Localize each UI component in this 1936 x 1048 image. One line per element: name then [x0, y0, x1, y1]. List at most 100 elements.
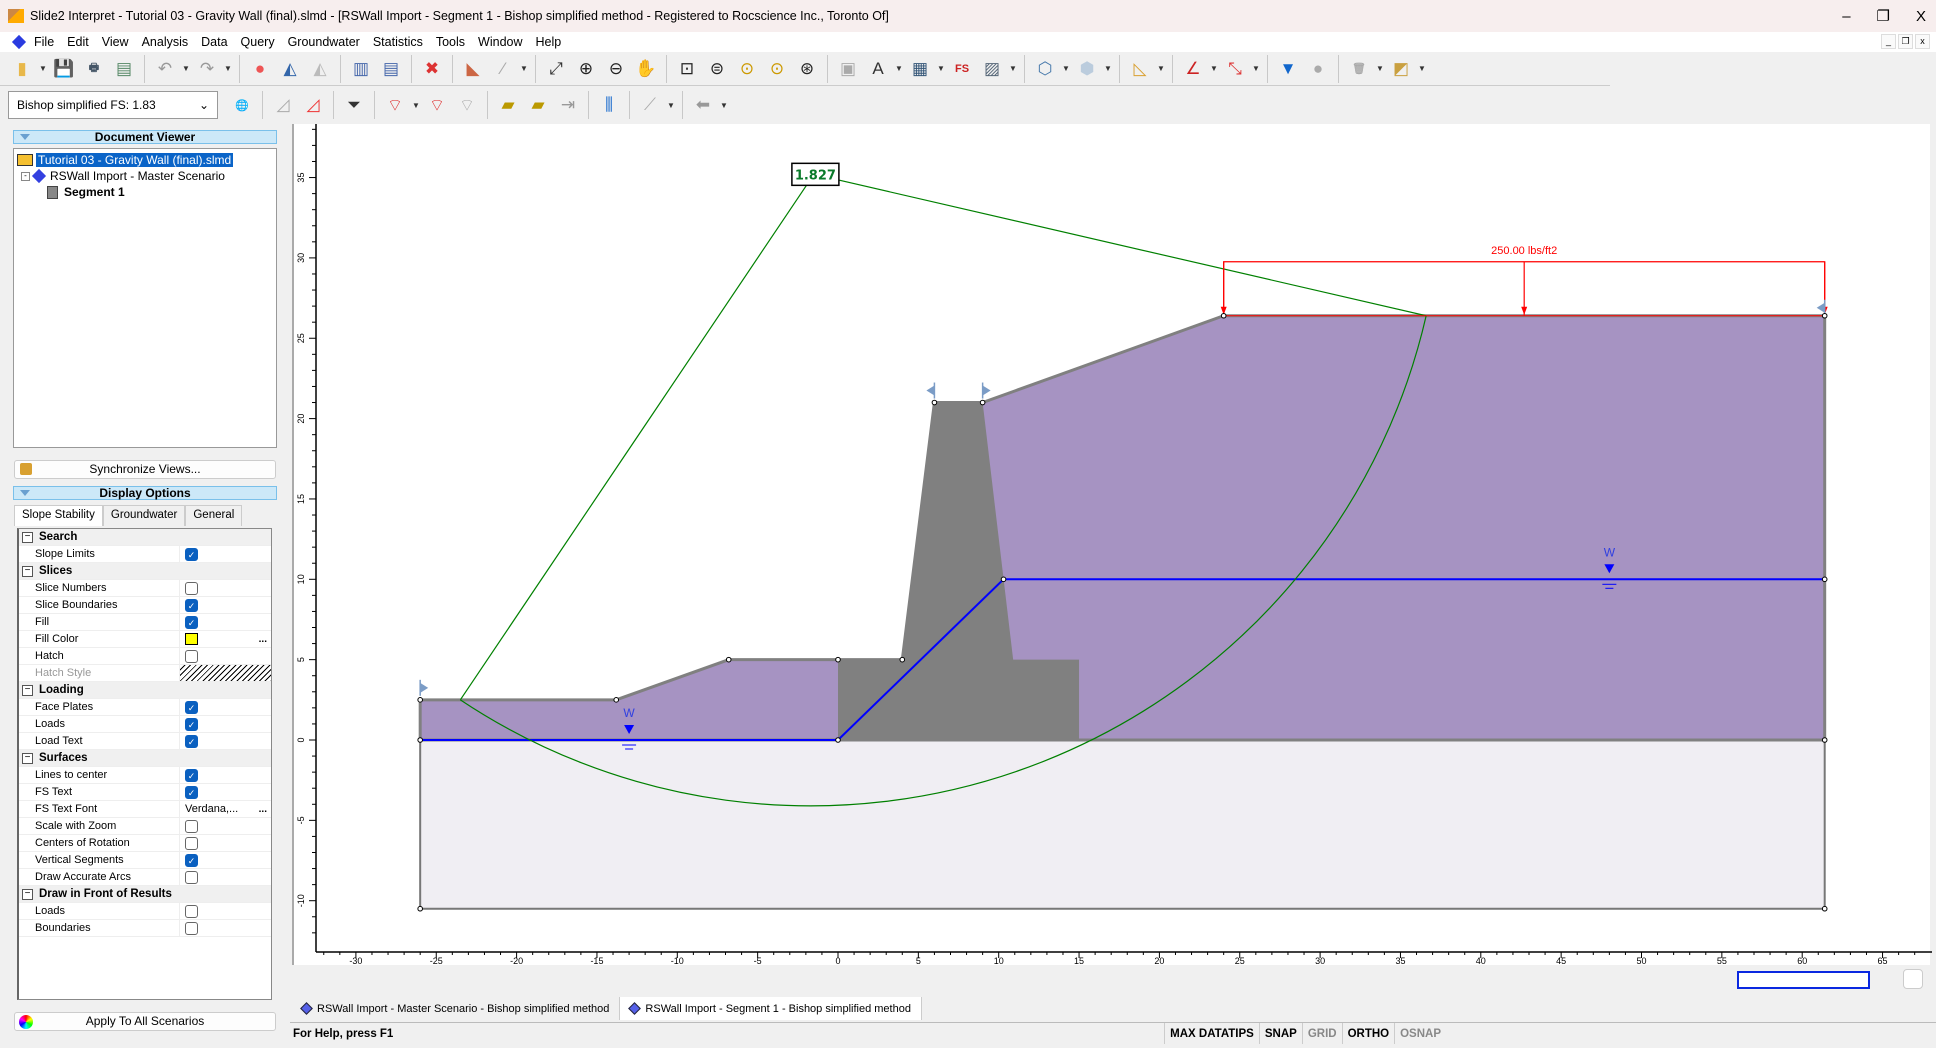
group-search[interactable]: − Search — [19, 529, 271, 546]
slope-limit-marker[interactable] — [419, 679, 429, 696]
layers-button[interactable]: ◩ — [1387, 55, 1415, 83]
boundary-vertex[interactable] — [1821, 737, 1828, 743]
mdi-close-button[interactable]: x — [1915, 34, 1930, 49]
dropdown-arrow-icon[interactable]: ▼ — [519, 64, 529, 73]
slice-forces-button[interactable]: ▰ — [524, 91, 552, 119]
boundary-vertex[interactable] — [725, 656, 732, 663]
status-grid[interactable]: GRID — [1301, 1023, 1342, 1044]
checkbox[interactable] — [185, 904, 198, 918]
zoom-in-button[interactable]: ⊕ — [572, 55, 600, 83]
group-draw-in-front-of-results[interactable]: − Draw in Front of Results — [19, 886, 271, 903]
tree-item-file[interactable]: Tutorial 03 - Gravity Wall (final).slmd — [17, 152, 273, 168]
zoom-previous-button[interactable]: ⊙ — [733, 55, 761, 83]
print-button[interactable]: 🖶 — [80, 55, 108, 83]
slice-arrows-button[interactable]: ⇥ — [554, 91, 582, 119]
dropdown-arrow-icon[interactable]: ▼ — [719, 101, 729, 110]
fs-button[interactable]: FS — [948, 55, 976, 83]
collapse-box-icon[interactable]: − — [22, 565, 33, 577]
slice-data-button[interactable]: ▰ — [494, 91, 522, 119]
tile-horizontal-button[interactable]: ▤ — [377, 55, 405, 83]
soil-region[interactable] — [418, 314, 1827, 742]
image-button[interactable]: ▨ — [978, 55, 1006, 83]
dropdown-arrow-icon[interactable]: ▼ — [223, 64, 233, 73]
angle-button[interactable]: ∠ — [1179, 55, 1207, 83]
dropdown-arrow-icon[interactable]: ▼ — [936, 64, 946, 73]
menu-tools[interactable]: Tools — [436, 35, 465, 49]
boundary-vertex[interactable] — [417, 905, 423, 912]
boundary-vertex[interactable] — [1220, 312, 1227, 319]
restore-button[interactable]: ❐ — [1877, 7, 1890, 25]
dropdown-arrow-icon[interactable]: ▼ — [1209, 64, 1219, 73]
graph-button[interactable]: ⫼ — [595, 91, 623, 119]
flow-arrow-button[interactable]: ⬅ — [689, 91, 717, 119]
boundary-vertex[interactable] — [899, 656, 906, 663]
checkbox[interactable]: ✓ — [185, 547, 198, 561]
slope-limit-marker[interactable] — [981, 382, 991, 399]
tree-item-scenario[interactable]: - RSWall Import - Master Scenario — [17, 168, 273, 184]
menu-edit[interactable]: Edit — [67, 35, 89, 49]
copy-values-button[interactable]: ▣ — [834, 55, 862, 83]
menu-file[interactable]: File — [34, 35, 54, 49]
collapse-box-icon[interactable]: − — [22, 752, 33, 764]
minimize-button[interactable]: – — [1842, 8, 1850, 25]
add-surface-button[interactable]: ⌔ — [381, 91, 409, 119]
contour-disabled-button[interactable]: ◭ — [306, 55, 334, 83]
tab-general[interactable]: General — [185, 505, 243, 526]
status-ortho[interactable]: ORTHO — [1341, 1023, 1395, 1044]
model-view[interactable]: -30 -25 -20 -15 -10 -5 0 5 10 15 20 25 30 35 40 45 50 55 6… — [292, 124, 1932, 966]
sphere-button[interactable]: ● — [1304, 55, 1332, 83]
filter-surfaces-button[interactable]: ◿ — [299, 91, 327, 119]
boundary-vertex[interactable] — [1821, 312, 1828, 319]
zoom-out-button[interactable]: ⊖ — [602, 55, 630, 83]
contour-button[interactable]: ◭ — [276, 55, 304, 83]
boundary-vertex[interactable] — [1821, 576, 1828, 583]
fs-select[interactable]: Bishop simplified FS: 1.83 ⌄ — [8, 91, 218, 119]
checkbox[interactable]: ✓ — [185, 734, 198, 748]
hexagon-button[interactable]: ⬢ — [1073, 55, 1101, 83]
zoom-extents-button[interactable]: ⤢ — [542, 55, 570, 83]
ruler-triangle-button[interactable]: ◺ — [1126, 55, 1154, 83]
boundary-vertex[interactable] — [1000, 576, 1007, 583]
boundary-vertex[interactable] — [1821, 905, 1828, 912]
checkbox[interactable]: ✓ — [185, 700, 198, 714]
redo-button[interactable]: ↷ — [193, 55, 221, 83]
boundary-vertex[interactable] — [417, 737, 423, 743]
menu-view[interactable]: View — [102, 35, 129, 49]
checkbox[interactable] — [185, 921, 198, 935]
mdi-minimize-button[interactable]: _ — [1881, 34, 1896, 49]
dropdown-arrow-icon[interactable]: ▼ — [38, 64, 48, 73]
group-loading[interactable]: − Loading — [19, 682, 271, 699]
synchronize-views-button[interactable]: Synchronize Views... — [14, 460, 276, 479]
delete-button[interactable]: 🗑 — [1345, 55, 1373, 83]
grid-line-button[interactable]: ⁄ — [489, 55, 517, 83]
dropdown-arrow-icon[interactable]: ▼ — [894, 64, 904, 73]
dropdown-arrow-icon[interactable]: ▼ — [411, 101, 421, 110]
surface-button[interactable]: ⌔ — [423, 91, 451, 119]
status-snap[interactable]: SNAP — [1258, 1023, 1302, 1044]
checkbox[interactable]: ✓ — [185, 598, 198, 612]
model-canvas[interactable]: -30 -25 -20 -15 -10 -5 0 5 10 15 20 25 30 35 40 45 50 55 6… — [294, 124, 1932, 966]
menu-groundwater[interactable]: Groundwater — [288, 35, 360, 49]
polygon-button[interactable]: ⬡ — [1031, 55, 1059, 83]
overview-box[interactable] — [1737, 971, 1870, 989]
delete-surface-button[interactable]: ⌔ — [453, 91, 481, 119]
boundary-vertex[interactable] — [613, 697, 620, 703]
zoom-bookmark-button[interactable]: ⊙ — [763, 55, 791, 83]
pan-hand-button[interactable]: ✋ — [632, 55, 660, 83]
globe-button[interactable]: 🌐 — [228, 91, 256, 119]
collapse-box-icon[interactable]: − — [22, 531, 33, 543]
close-button[interactable]: X — [1916, 8, 1926, 25]
ellipsis-button[interactable]: ... — [259, 804, 267, 815]
document-viewer-header[interactable]: Document Viewer — [13, 130, 277, 144]
ellipsis-button[interactable]: ... — [259, 634, 267, 645]
close-red-button[interactable]: ✖ — [418, 55, 446, 83]
checkbox[interactable] — [185, 819, 198, 833]
funnel-button[interactable]: ⏷ — [340, 91, 368, 119]
group-surfaces[interactable]: − Surfaces — [19, 750, 271, 767]
group-slices[interactable]: − Slices — [19, 563, 271, 580]
collapse-box-icon[interactable]: − — [22, 888, 33, 900]
tab-slope-stability[interactable]: Slope Stability — [14, 505, 103, 526]
color-wheel-button[interactable]: ● — [246, 55, 274, 83]
dropdown-arrow-icon[interactable]: ▼ — [666, 101, 676, 110]
status-max-datatips[interactable]: MAX DATATIPS — [1164, 1023, 1259, 1044]
